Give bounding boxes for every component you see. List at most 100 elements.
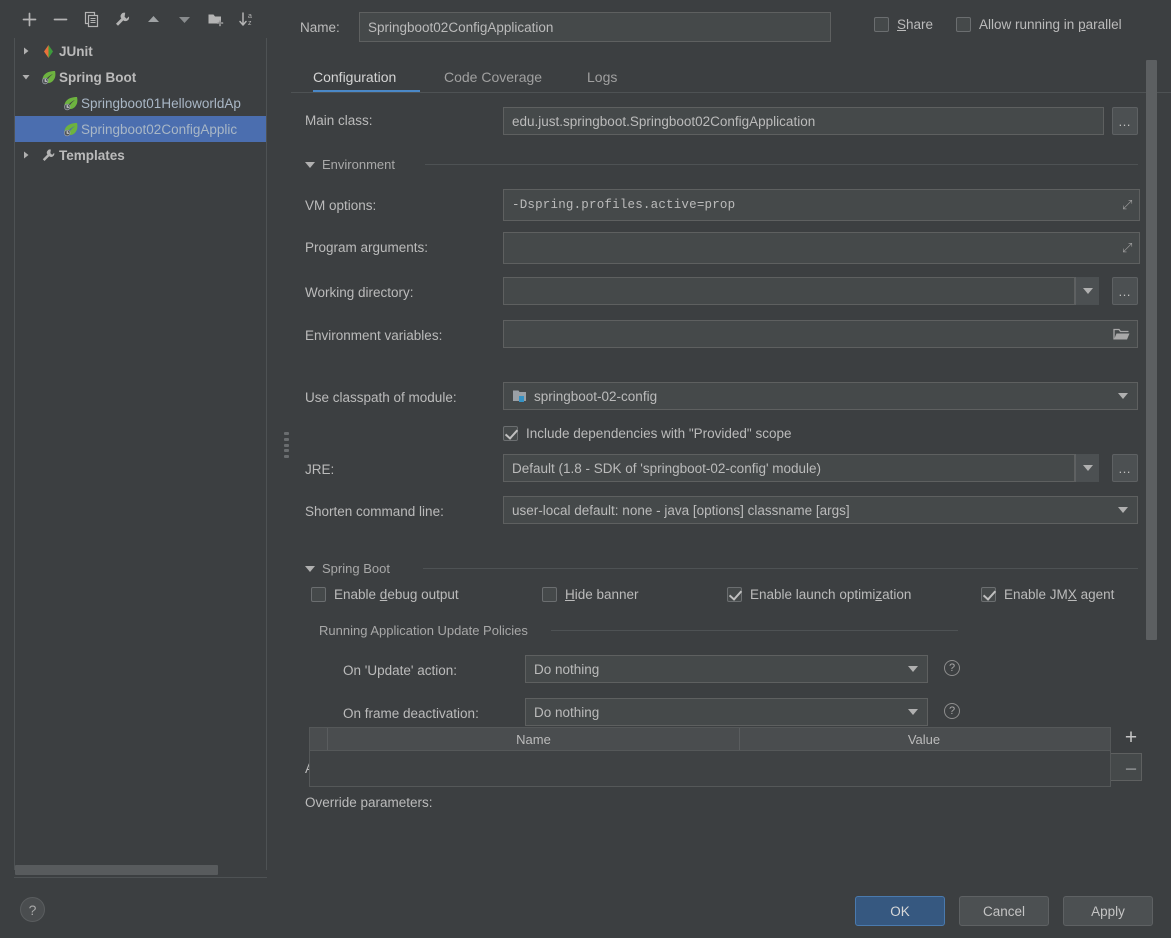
working-directory-label: Working directory: bbox=[305, 285, 414, 300]
hide-banner-checkbox[interactable]: Hide banner bbox=[542, 587, 639, 602]
tab-logs[interactable]: Logs bbox=[587, 62, 617, 92]
on-frame-deactivation-combo[interactable]: Do nothing bbox=[525, 698, 928, 726]
on-update-action-combo[interactable]: Do nothing bbox=[525, 655, 928, 683]
tab-code-coverage[interactable]: Code Coverage bbox=[444, 62, 542, 92]
classpath-module-combo[interactable]: springboot-02-config bbox=[503, 382, 1138, 410]
dialog-button-bar: OK Cancel Apply https://blog.csdn.net/ba… bbox=[0, 885, 1171, 938]
enable-jmx-agent-checkbox-label: Enable JMX agent bbox=[1004, 587, 1115, 602]
jre-browse-button[interactable]: … bbox=[1112, 454, 1138, 482]
plus-icon[interactable] bbox=[14, 4, 45, 34]
arrow-up-icon[interactable] bbox=[138, 4, 169, 34]
enable-jmx-agent-checkbox[interactable]: Enable JMX agent bbox=[981, 587, 1114, 602]
enable-launch-optimization-checkbox[interactable]: Enable launch optimization bbox=[727, 587, 911, 602]
update-policies-section-label: Running Application Update Policies bbox=[319, 623, 528, 638]
sort-alpha-icon[interactable]: a z bbox=[231, 4, 262, 34]
vm-options-expand-icon[interactable]: ⤢ bbox=[1122, 197, 1132, 213]
on-update-action-help-icon[interactable]: ? bbox=[944, 660, 960, 676]
vm-options-field[interactable]: -Dspring.profiles.active=prop bbox=[503, 189, 1140, 221]
program-arguments-field[interactable] bbox=[503, 232, 1140, 264]
environment-section-divider bbox=[425, 164, 1138, 165]
form-vertical-scrollbar[interactable] bbox=[1146, 48, 1157, 883]
tree-horizontal-scrollbar-thumb[interactable] bbox=[15, 865, 218, 875]
allow-parallel-checkbox-label: Allow running in parallel bbox=[979, 17, 1122, 32]
table-gutter-column bbox=[310, 728, 328, 750]
remove-parameter-button[interactable]: − bbox=[1120, 758, 1142, 780]
override-parameters-table[interactable]: Name Value bbox=[309, 727, 1111, 787]
working-directory-dropdown-button[interactable] bbox=[1075, 277, 1099, 305]
configurations-tree[interactable]: JUnit Spring Boot Springboot01HelloworldAp… bbox=[14, 38, 267, 870]
chevron-down-icon[interactable] bbox=[15, 72, 37, 82]
enable-debug-output-checkbox-box[interactable] bbox=[311, 587, 326, 602]
environment-variables-field[interactable] bbox=[503, 320, 1138, 348]
add-parameter-button[interactable]: + bbox=[1120, 726, 1142, 748]
tree-horizontal-scrollbar[interactable] bbox=[15, 864, 266, 876]
wrench-icon[interactable] bbox=[107, 4, 138, 34]
spring-boot-icon bbox=[37, 70, 59, 85]
shorten-command-line-combo[interactable]: user-local default: none - java [options… bbox=[503, 496, 1138, 524]
program-arguments-label: Program arguments: bbox=[305, 240, 429, 255]
copy-icon[interactable] bbox=[76, 4, 107, 34]
on-update-action-label: On 'Update' action: bbox=[343, 663, 457, 678]
allow-parallel-checkbox-box[interactable] bbox=[956, 17, 971, 32]
environment-collapse-icon[interactable] bbox=[305, 161, 315, 168]
svg-text:z: z bbox=[248, 20, 252, 27]
on-frame-deactivation-help-icon[interactable]: ? bbox=[944, 703, 960, 719]
enable-debug-output-checkbox[interactable]: Enable debug output bbox=[311, 587, 459, 602]
share-checkbox-box[interactable] bbox=[874, 17, 889, 32]
tree-item-junit[interactable]: JUnit bbox=[15, 38, 266, 64]
tree-item-spring-boot[interactable]: Spring Boot bbox=[15, 64, 266, 90]
ok-button[interactable]: OK bbox=[855, 896, 945, 926]
tab-configuration[interactable]: Configuration bbox=[313, 62, 396, 92]
hide-banner-checkbox-box[interactable] bbox=[542, 587, 557, 602]
enable-jmx-agent-checkbox-box[interactable] bbox=[981, 587, 996, 602]
spring-boot-run-icon bbox=[59, 96, 81, 111]
on-frame-deactivation-label: On frame deactivation: bbox=[343, 706, 479, 721]
spring-boot-section-header[interactable]: Spring Boot bbox=[305, 561, 390, 576]
provided-scope-checkbox-label: Include dependencies with "Provided" sco… bbox=[526, 426, 792, 441]
wrench-icon bbox=[37, 148, 59, 163]
environment-variables-label: Environment variables: bbox=[305, 328, 443, 343]
override-parameters-label: Override parameters: bbox=[305, 795, 433, 810]
jre-combo[interactable]: Default (1.8 - SDK of 'springboot-02-con… bbox=[503, 454, 1075, 482]
spring-boot-section-label: Spring Boot bbox=[322, 561, 390, 576]
tree-item-templates[interactable]: Templates bbox=[15, 142, 266, 168]
table-column-value[interactable]: Value bbox=[740, 728, 1108, 750]
cancel-button[interactable]: Cancel bbox=[959, 896, 1049, 926]
minus-icon[interactable] bbox=[45, 4, 76, 34]
main-class-browse-button[interactable]: … bbox=[1112, 107, 1138, 135]
form-vertical-scrollbar-thumb[interactable] bbox=[1146, 60, 1157, 640]
folder-add-icon[interactable] bbox=[200, 4, 231, 34]
on-frame-deactivation-value: Do nothing bbox=[534, 704, 600, 720]
enable-launch-optimization-checkbox-label: Enable launch optimization bbox=[750, 587, 912, 602]
allow-parallel-checkbox[interactable]: Allow running in parallel bbox=[956, 17, 1122, 32]
share-checkbox[interactable]: Share bbox=[874, 17, 933, 32]
working-directory-field[interactable] bbox=[503, 277, 1075, 305]
environment-variables-browse-icon[interactable] bbox=[1113, 327, 1130, 344]
provided-scope-checkbox[interactable]: Include dependencies with "Provided" sco… bbox=[503, 426, 792, 441]
tree-item-springboot02configapplic[interactable]: Springboot02ConfigApplic bbox=[15, 116, 266, 142]
provided-scope-checkbox-box[interactable] bbox=[503, 426, 518, 441]
environment-section-header[interactable]: Environment bbox=[305, 157, 395, 172]
tree-bottom-border bbox=[14, 877, 267, 878]
chevron-right-icon[interactable] bbox=[15, 46, 37, 56]
table-column-name[interactable]: Name bbox=[328, 728, 740, 750]
panel-splitter[interactable] bbox=[281, 0, 291, 885]
chevron-right-icon[interactable] bbox=[15, 150, 37, 160]
on-update-action-value: Do nothing bbox=[534, 661, 600, 677]
program-arguments-expand-icon[interactable]: ⤢ bbox=[1122, 240, 1132, 256]
svg-text:a: a bbox=[248, 13, 252, 20]
override-parameters-table-header: Name Value bbox=[310, 728, 1110, 751]
name-input[interactable] bbox=[359, 12, 831, 42]
apply-button[interactable]: Apply bbox=[1063, 896, 1153, 926]
spring-boot-collapse-icon[interactable] bbox=[305, 565, 315, 572]
arrow-down-icon[interactable] bbox=[169, 4, 200, 34]
chevron-down-icon bbox=[1118, 507, 1128, 513]
main-class-field[interactable]: edu.just.springboot.Springboot02ConfigAp… bbox=[503, 107, 1104, 135]
working-directory-browse-button[interactable]: … bbox=[1112, 277, 1138, 305]
jre-dropdown-button[interactable] bbox=[1075, 454, 1099, 482]
tree-item-springboot01helloworldap[interactable]: Springboot01HelloworldAp bbox=[15, 90, 266, 116]
module-icon bbox=[512, 389, 527, 403]
configurations-toolbar: a z bbox=[0, 0, 281, 38]
enable-launch-optimization-checkbox-box[interactable] bbox=[727, 587, 742, 602]
name-label: Name: bbox=[300, 20, 340, 35]
